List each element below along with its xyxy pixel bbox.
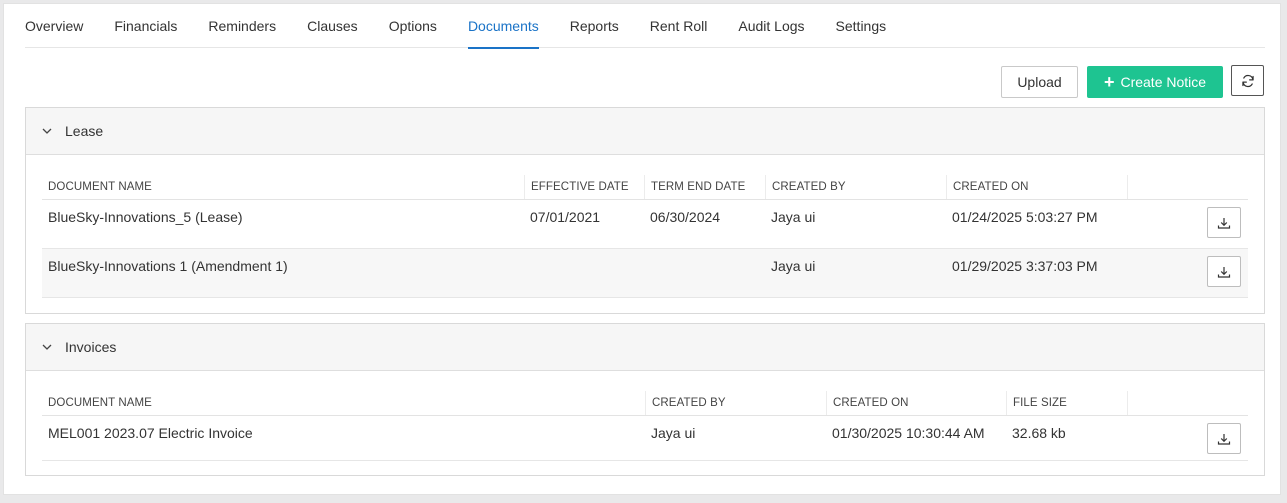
tab-options[interactable]: Options <box>389 4 437 48</box>
document-name-cell[interactable]: BlueSky-Innovations_5 (Lease) <box>42 209 243 225</box>
table-row: BlueSky-Innovations_5 (Lease) 07/01/2021… <box>42 200 1248 249</box>
lease-section-title: Lease <box>65 123 104 139</box>
download-button[interactable] <box>1207 423 1241 454</box>
column-header-document-name[interactable]: DOCUMENT NAME <box>42 391 645 415</box>
tab-reminders[interactable]: Reminders <box>208 4 276 48</box>
column-header-document-name[interactable]: DOCUMENT NAME <box>42 175 524 199</box>
tab-settings[interactable]: Settings <box>836 4 887 48</box>
created-on-cell: 01/24/2025 5:03:27 PM <box>952 209 1098 225</box>
created-by-cell: Jaya ui <box>771 209 816 225</box>
column-header-actions <box>1127 391 1248 415</box>
column-header-created-by[interactable]: CREATED BY <box>765 175 946 199</box>
column-header-actions <box>1127 175 1248 199</box>
tab-financials[interactable]: Financials <box>114 4 177 48</box>
tab-documents[interactable]: Documents <box>467 4 539 49</box>
download-icon <box>1217 217 1231 229</box>
table-header: DOCUMENT NAME EFFECTIVE DATE TERM END DA… <box>42 175 1248 200</box>
lease-table: DOCUMENT NAME EFFECTIVE DATE TERM END DA… <box>42 175 1248 298</box>
tab-reports[interactable]: Reports <box>570 4 619 48</box>
download-button[interactable] <box>1207 256 1241 287</box>
term-end-date-cell: 06/30/2024 <box>650 209 721 225</box>
lease-section-header[interactable]: Lease <box>26 108 1264 155</box>
table-row: BlueSky-Innovations 1 (Amendment 1) Jaya… <box>42 249 1248 298</box>
download-icon <box>1217 266 1231 278</box>
tab-clauses[interactable]: Clauses <box>307 4 358 48</box>
tab-bar: Overview Financials Reminders Clauses Op… <box>25 4 1265 49</box>
document-name-cell[interactable]: BlueSky-Innovations 1 (Amendment 1) <box>42 258 288 274</box>
download-icon <box>1217 433 1231 445</box>
invoices-table: DOCUMENT NAME CREATED BY CREATED ON FILE… <box>42 391 1248 461</box>
column-header-effective-date[interactable]: EFFECTIVE DATE <box>524 175 644 199</box>
column-header-file-size[interactable]: FILE SIZE <box>1006 391 1127 415</box>
refresh-icon <box>1241 74 1254 87</box>
create-notice-label: Create Notice <box>1120 74 1207 90</box>
tab-rent-roll[interactable]: Rent Roll <box>650 4 708 48</box>
lease-section: Lease DOCUMENT NAME EFFECTIVE DATE TERM … <box>25 107 1265 314</box>
created-on-cell: 01/29/2025 3:37:03 PM <box>952 258 1098 274</box>
invoices-section-header[interactable]: Invoices <box>26 324 1264 371</box>
page-container: Overview Financials Reminders Clauses Op… <box>3 3 1281 495</box>
created-on-cell: 01/30/2025 10:30:44 AM <box>832 425 985 441</box>
document-name-cell[interactable]: MEL001 2023.07 Electric Invoice <box>42 425 253 441</box>
invoices-section: Invoices DOCUMENT NAME CREATED BY CREATE… <box>25 323 1265 476</box>
column-header-created-on[interactable]: CREATED ON <box>946 175 1127 199</box>
tab-audit-logs[interactable]: Audit Logs <box>738 4 804 48</box>
upload-button[interactable]: Upload <box>1001 66 1078 98</box>
plus-icon: + <box>1103 72 1115 92</box>
refresh-button[interactable] <box>1231 65 1264 96</box>
table-row: MEL001 2023.07 Electric Invoice Jaya ui … <box>42 416 1248 461</box>
table-header: DOCUMENT NAME CREATED BY CREATED ON FILE… <box>42 391 1248 416</box>
created-by-cell: Jaya ui <box>651 425 696 441</box>
chevron-down-icon <box>41 341 53 353</box>
file-size-cell: 32.68 kb <box>1012 425 1066 441</box>
column-header-created-on[interactable]: CREATED ON <box>826 391 1006 415</box>
effective-date-cell: 07/01/2021 <box>530 209 601 225</box>
chevron-down-icon <box>41 125 53 137</box>
created-by-cell: Jaya ui <box>771 258 816 274</box>
create-notice-button[interactable]: + Create Notice <box>1087 66 1223 98</box>
column-header-term-end-date[interactable]: TERM END DATE <box>644 175 765 199</box>
column-header-created-by[interactable]: CREATED BY <box>645 391 826 415</box>
tab-overview[interactable]: Overview <box>25 4 83 48</box>
invoices-section-title: Invoices <box>65 339 117 355</box>
download-button[interactable] <box>1207 207 1241 238</box>
